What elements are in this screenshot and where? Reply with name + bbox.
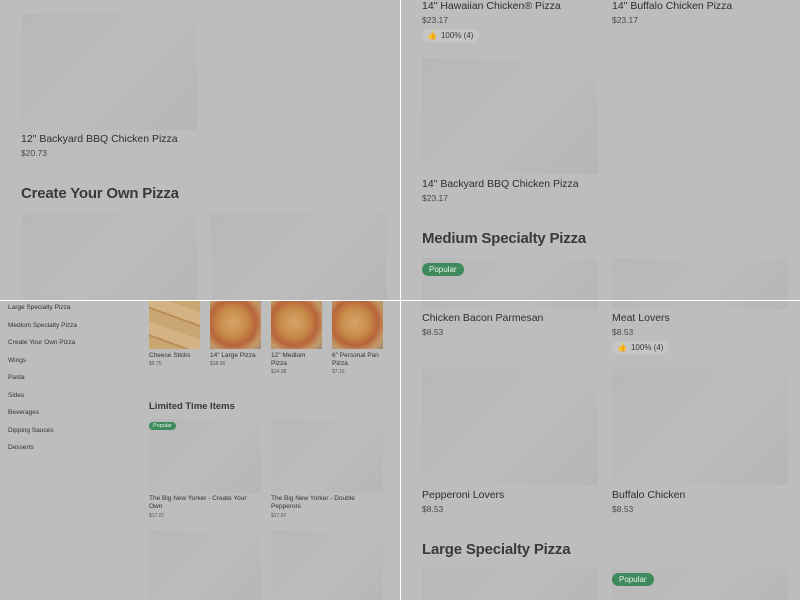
product-title[interactable]: 14" Buffalo Chicken Pizza bbox=[612, 0, 732, 12]
product-image-placeholder[interactable] bbox=[21, 213, 197, 300]
product-price: $18.95 bbox=[210, 361, 226, 367]
product-image-placeholder[interactable] bbox=[612, 369, 788, 485]
product-price: $8.53 bbox=[422, 504, 444, 514]
product-price: $7.19 bbox=[332, 369, 345, 375]
panel-top-left: 12" Backyard BBQ Chicken Pizza $20.73 Cr… bbox=[0, 0, 400, 300]
product-image-placeholder[interactable] bbox=[422, 569, 598, 600]
product-price: $23.17 bbox=[612, 15, 638, 25]
product-title[interactable]: The Big New Yorker - Double Pepperoni bbox=[271, 495, 379, 511]
thumbs-up-icon: 👍 bbox=[427, 31, 437, 40]
product-title[interactable]: Meat Lovers bbox=[612, 312, 670, 324]
product-title[interactable]: The Big New Yorker - Create Your Own bbox=[149, 495, 257, 511]
grid-divider-horizontal bbox=[0, 300, 800, 301]
product-image-placeholder[interactable] bbox=[21, 14, 197, 130]
product-image-placeholder[interactable] bbox=[422, 369, 598, 485]
product-image-placeholder[interactable] bbox=[422, 58, 598, 174]
section-heading: Create Your Own Pizza bbox=[21, 185, 179, 202]
product-title[interactable]: 14" Large Pizza bbox=[210, 352, 265, 360]
product-image[interactable] bbox=[271, 301, 322, 349]
section-heading: Limited Time Items bbox=[149, 401, 235, 412]
product-title[interactable]: Chicken Bacon Parmesan bbox=[422, 312, 543, 324]
product-price: $17.07 bbox=[271, 513, 287, 519]
product-image-placeholder[interactable] bbox=[422, 301, 598, 309]
product-price: $23.17 bbox=[422, 15, 448, 25]
product-price: $8.53 bbox=[422, 327, 444, 337]
product-title[interactable]: 12" Backyard BBQ Chicken Pizza bbox=[21, 133, 178, 145]
rating-text: 100% (4) bbox=[440, 31, 474, 40]
popular-badge: Popular bbox=[422, 263, 464, 276]
product-image-placeholder[interactable] bbox=[612, 258, 788, 300]
sidebar-item[interactable]: Wings bbox=[8, 357, 26, 364]
product-image[interactable] bbox=[149, 301, 200, 349]
panel-bottom-right: Chicken Bacon Parmesan $8.53 Meat Lovers… bbox=[401, 301, 800, 600]
sidebar-item[interactable]: Beverages bbox=[8, 409, 39, 416]
rating-badge: 👍 100% (4) bbox=[612, 341, 670, 354]
section-heading: Large Specialty Pizza bbox=[422, 541, 571, 558]
popular-badge: Popular bbox=[612, 573, 654, 586]
product-price: $17.07 bbox=[149, 513, 165, 519]
product-image[interactable] bbox=[210, 301, 261, 349]
product-price: $23.17 bbox=[422, 193, 448, 203]
product-price: $8.53 bbox=[612, 327, 634, 337]
product-title[interactable]: Buffalo Chicken bbox=[612, 489, 685, 501]
sidebar-item[interactable]: Large Specialty Pizza bbox=[8, 304, 71, 311]
product-image[interactable] bbox=[332, 301, 383, 349]
product-price: $14.38 bbox=[271, 369, 287, 375]
product-image-placeholder[interactable] bbox=[612, 301, 788, 309]
product-title[interactable]: 12" Medium Pizza bbox=[271, 352, 323, 368]
rating-badge: 👍 100% (4) bbox=[422, 29, 480, 42]
thumbs-up-icon: 👍 bbox=[617, 343, 627, 352]
product-image-placeholder[interactable] bbox=[271, 419, 383, 493]
sidebar-item[interactable]: Sides bbox=[8, 392, 24, 399]
product-title[interactable]: 6" Personal Pan Pizza bbox=[332, 352, 384, 368]
product-title[interactable]: Pepperoni Lovers bbox=[422, 489, 504, 501]
product-title[interactable]: 14" Backyard BBQ Chicken Pizza bbox=[422, 178, 579, 190]
product-image-placeholder[interactable] bbox=[149, 419, 261, 493]
sidebar-item[interactable]: Dipping Sauces bbox=[8, 427, 54, 434]
panel-bottom-left: Large Specialty Pizza Medium Specialty P… bbox=[0, 301, 400, 600]
product-price: $20.73 bbox=[21, 148, 47, 158]
sidebar-item[interactable]: Create Your Own Pizza bbox=[8, 339, 75, 346]
product-price: $8.53 bbox=[612, 504, 634, 514]
sidebar-item[interactable]: Desserts bbox=[8, 444, 34, 451]
popular-badge: Popular bbox=[149, 422, 176, 430]
panel-top-right: 14" Hawaiian Chicken® Pizza $23.17 👍 100%… bbox=[401, 0, 800, 300]
product-title[interactable]: 14" Hawaiian Chicken® Pizza bbox=[422, 0, 561, 12]
sidebar-item[interactable]: Medium Specialty Pizza bbox=[8, 322, 77, 329]
product-image-placeholder[interactable] bbox=[271, 530, 383, 600]
product-image-placeholder[interactable] bbox=[211, 213, 387, 300]
section-heading: Medium Specialty Pizza bbox=[422, 230, 586, 247]
product-price: $9.75 bbox=[149, 361, 162, 367]
sidebar-item[interactable]: Pasta bbox=[8, 374, 25, 381]
product-title[interactable]: Cheese Sticks bbox=[149, 352, 204, 360]
rating-text: 100% (4) bbox=[630, 343, 664, 352]
product-image-placeholder[interactable] bbox=[149, 530, 261, 600]
